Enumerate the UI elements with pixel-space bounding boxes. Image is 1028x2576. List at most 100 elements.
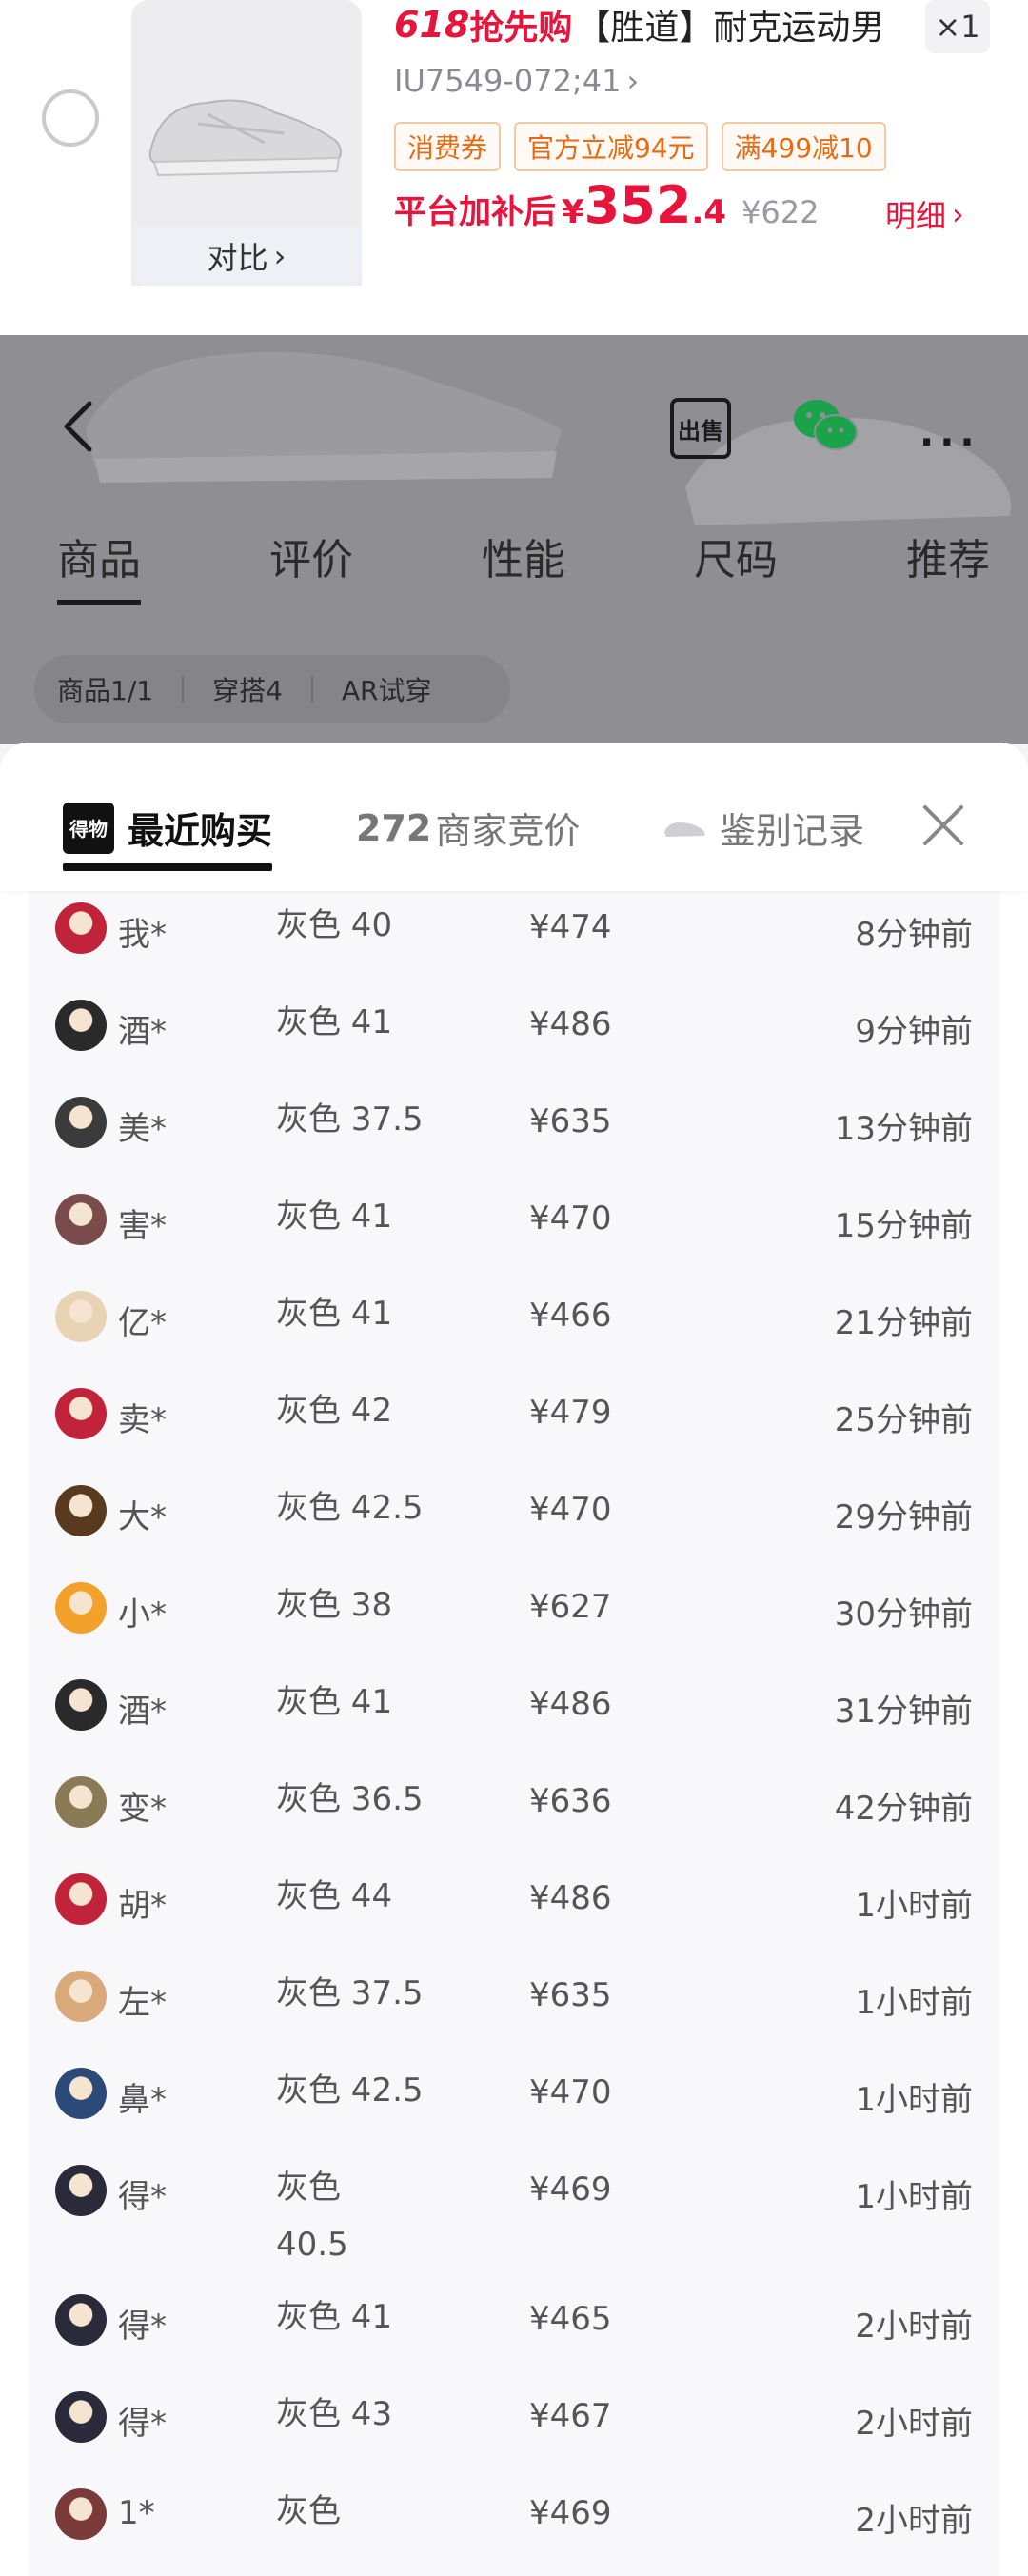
- avatar: [55, 1873, 107, 1925]
- recent-purchases-sheet: 得物 最近购买 272 商家竞价 鉴别记录 我* 灰色 40 ¥474 8分钟前 酒* 灰…: [0, 743, 1028, 2576]
- purchase-price: ¥636: [529, 1782, 612, 1820]
- chip-ar-tryon[interactable]: AR试穿: [342, 670, 432, 708]
- more-icon[interactable]: ···: [919, 421, 980, 465]
- avatar: [55, 1485, 107, 1536]
- purchase-price: ¥466: [529, 1297, 612, 1335]
- price-row: 平台加补后 ¥ 352 .4 ¥622: [394, 175, 819, 235]
- size-spec: 灰色 41: [276, 1198, 393, 1236]
- back-arrow-icon[interactable]: [57, 398, 99, 455]
- sell-button[interactable]: 出售: [670, 398, 731, 459]
- purchase-time: 25分钟前: [834, 1401, 973, 1439]
- avatar: [55, 1291, 107, 1342]
- tab-merchant-bids[interactable]: 272 商家竞价: [356, 802, 580, 854]
- buyer-name: 变*: [118, 1790, 167, 1828]
- chevron-right-icon: ›: [273, 238, 287, 274]
- product-title: 【胜道】耐克运动男: [576, 9, 885, 48]
- purchase-row: 亿* 灰色 41 ¥466 21分钟前: [29, 1291, 999, 1388]
- size-spec: 灰色 43: [276, 2395, 393, 2433]
- purchase-time: 8分钟前: [855, 916, 973, 954]
- price-detail-link[interactable]: 明细 ›: [885, 192, 964, 236]
- purchase-row: 美* 灰色 37.5 ¥635 13分钟前: [29, 1097, 999, 1194]
- avatar: [55, 1679, 107, 1731]
- tab-authentication-records[interactable]: 鉴别记录: [662, 802, 864, 854]
- quantity-badge[interactable]: ×1: [925, 0, 990, 53]
- dewu-logo-icon: 得物: [63, 802, 114, 854]
- purchase-price: ¥486: [529, 1685, 612, 1723]
- size-spec: 灰色 41: [276, 1295, 393, 1333]
- price-currency: ¥: [562, 193, 584, 231]
- select-radio[interactable]: [42, 89, 99, 147]
- promo-label: 抢先购: [469, 9, 573, 48]
- purchase-row: 鼻* 灰色 42.5 ¥470 1小时前: [29, 2068, 999, 2165]
- purchase-list[interactable]: 我* 灰色 40 ¥474 8分钟前 酒* 灰色 41 ¥486 9分钟前 美* 灰色 37.5 ¥…: [29, 891, 999, 2576]
- promo-tags: 消费券 官方立减94元 满499减10: [394, 122, 886, 171]
- purchase-price: ¥469: [529, 2170, 612, 2209]
- purchase-row: 1* 灰色 ¥469 2小时前: [29, 2488, 999, 2576]
- media-chips: 商品1/1 穿搭4 AR试穿: [34, 655, 510, 723]
- purchase-price: ¥470: [529, 1491, 612, 1529]
- purchase-row: 卖* 灰色 42 ¥479 25分钟前: [29, 1388, 999, 1485]
- sku-text: IU7549-072;41: [394, 63, 622, 99]
- product-title-row[interactable]: 618 抢先购 【胜道】耐克运动男: [394, 0, 884, 50]
- purchase-time: 1小时前: [855, 1984, 973, 2022]
- tab-performance[interactable]: 性能: [482, 525, 565, 586]
- buyer-name: 我*: [118, 916, 167, 954]
- size-spec: 灰色 41: [276, 1683, 393, 1721]
- tab-recommend[interactable]: 推荐: [906, 525, 990, 586]
- purchase-row: 酒* 灰色 41 ¥486 31分钟前: [29, 1679, 999, 1776]
- purchase-time: 1小时前: [855, 2081, 973, 2119]
- size-spec: 灰色 38: [276, 1586, 393, 1624]
- purchase-time: 30分钟前: [834, 1595, 973, 1634]
- detail-label: 明细: [885, 198, 947, 234]
- purchase-row: 得* 灰色 40.5 ¥469 1小时前: [29, 2165, 999, 2264]
- sheet-tab-bar: 得物 最近购买 272 商家竞价 鉴别记录: [0, 743, 1028, 891]
- avatar: [55, 2068, 107, 2119]
- tab-size[interactable]: 尺码: [694, 525, 778, 586]
- compare-button[interactable]: 对比 ›: [131, 227, 362, 286]
- buyer-name: 卖*: [118, 1401, 167, 1439]
- chevron-right-icon: ›: [626, 63, 640, 99]
- size-spec: 灰色 41: [276, 2298, 393, 2336]
- purchase-time: 42分钟前: [834, 1790, 973, 1828]
- buyer-name: 酒*: [118, 1693, 167, 1731]
- buyer-name: 得*: [118, 2308, 167, 2346]
- promo-tag: 官方立减94元: [514, 122, 708, 171]
- product-hero-image: [86, 352, 562, 483]
- purchase-row: 害* 灰色 41 ¥470 15分钟前: [29, 1194, 999, 1291]
- price-label: 平台加补后: [394, 193, 556, 231]
- chip-divider: [310, 676, 313, 703]
- compare-label: 对比: [207, 240, 268, 276]
- wechat-icon[interactable]: [790, 396, 859, 453]
- purchase-price: ¥635: [529, 1102, 612, 1140]
- purchase-row: 胡* 灰色 44 ¥486 1小时前: [29, 1873, 999, 1971]
- chip-outfits[interactable]: 穿搭4: [212, 670, 283, 708]
- chevron-right-icon: ›: [952, 196, 964, 232]
- tab-recent-purchases[interactable]: 得物 最近购买: [62, 802, 273, 871]
- avatar: [55, 2488, 107, 2540]
- chip-divider: [182, 676, 185, 703]
- avatar: [55, 1971, 107, 2022]
- purchase-row: 酒* 灰色 41 ¥486 9分钟前: [29, 1000, 999, 1097]
- purchase-price: ¥479: [529, 1394, 612, 1432]
- close-icon[interactable]: [919, 802, 967, 849]
- purchase-row: 变* 灰色 36.5 ¥636 42分钟前: [29, 1776, 999, 1873]
- chip-product-images[interactable]: 商品1/1: [57, 670, 153, 708]
- tab-recent-label: 最近购买: [62, 802, 273, 871]
- purchase-price: ¥465: [529, 2300, 612, 2338]
- tab-reviews[interactable]: 评价: [269, 525, 353, 586]
- buyer-name: 小*: [118, 1595, 167, 1634]
- purchase-row: 得* 灰色 41 ¥465 2小时前: [29, 2294, 999, 2391]
- purchase-row: 左* 灰色 37.5 ¥635 1小时前: [29, 1971, 999, 2068]
- purchase-time: 29分钟前: [834, 1498, 973, 1536]
- buyer-name: 胡*: [118, 1887, 167, 1925]
- purchase-price: ¥470: [529, 2073, 612, 2111]
- sku-selector[interactable]: IU7549-072;41 ›: [394, 63, 639, 99]
- purchase-price: ¥486: [529, 1879, 612, 1917]
- price-integer: 352: [583, 175, 692, 235]
- product-page-overlay: 出售 ··· 商品 评价 性能 尺码 推荐 商品1/1 穿搭4 AR试穿: [0, 335, 1028, 744]
- product-tabs: 商品 评价 性能 尺码 推荐: [57, 525, 990, 605]
- tab-product[interactable]: 商品: [57, 525, 141, 605]
- purchase-price: ¥474: [529, 908, 612, 946]
- price-decimal: .4: [691, 193, 726, 231]
- buyer-name: 得*: [118, 2178, 167, 2216]
